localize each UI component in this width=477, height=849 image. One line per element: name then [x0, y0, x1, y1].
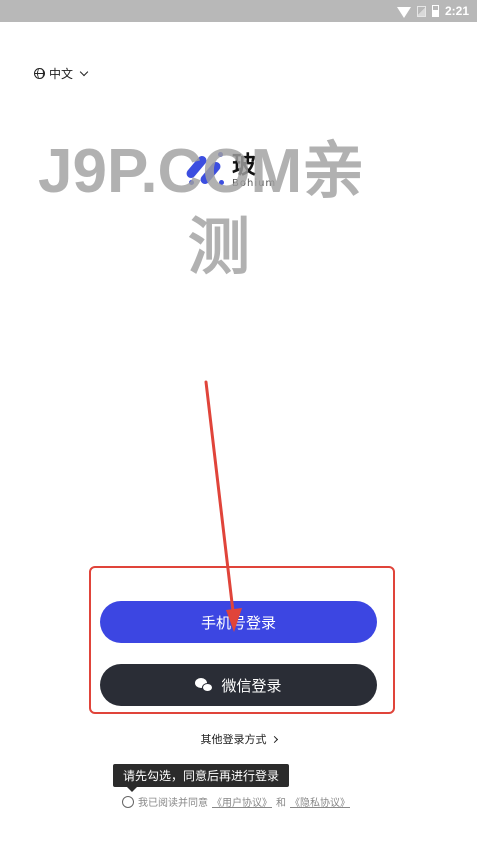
- watermark-line2: 测: [188, 213, 251, 282]
- status-time: 2:21: [444, 4, 469, 18]
- agreement-checkbox[interactable]: [122, 795, 134, 808]
- other-login-label: 其他登录方式: [200, 733, 267, 746]
- wechat-icon: [195, 678, 214, 692]
- globe-icon: [34, 68, 45, 79]
- wechat-login-button[interactable]: 微信登录: [100, 664, 377, 706]
- language-label: 中文: [49, 67, 74, 81]
- agreement-row: 我已阅读并同意 《用户协议》 和 《隐私协议》: [122, 794, 350, 809]
- phone-login-button[interactable]: 手机号登录: [100, 601, 377, 643]
- user-agreement-link[interactable]: 《用户协议》: [212, 794, 272, 809]
- signal-icon: [416, 5, 426, 17]
- agreement-prefix: 我已阅读并同意: [138, 798, 208, 809]
- chevron-down-icon: [79, 67, 89, 77]
- status-bar: 2:21: [0, 0, 477, 22]
- annotation-arrow: [204, 380, 242, 632]
- privacy-policy-link[interactable]: 《隐私协议》: [290, 794, 350, 809]
- other-login-link[interactable]: 其他登录方式: [0, 731, 477, 747]
- language-selector[interactable]: 中文: [34, 65, 89, 82]
- wechat-login-label: 微信登录: [221, 676, 282, 695]
- phone-login-label: 手机号登录: [200, 613, 276, 632]
- agreement-tooltip: 请先勾选，同意后再进行登录: [113, 764, 290, 792]
- logo-name-cn: 玻: [232, 150, 256, 179]
- logo-name-en: Bohium: [232, 177, 277, 189]
- chevron-right-icon: [270, 735, 278, 743]
- agreement-and: 和: [276, 798, 286, 809]
- wifi-icon: [396, 6, 411, 18]
- battery-icon: [431, 5, 439, 17]
- logo-mark-icon: [184, 150, 226, 190]
- app-logo: 玻 Bohium: [184, 150, 277, 190]
